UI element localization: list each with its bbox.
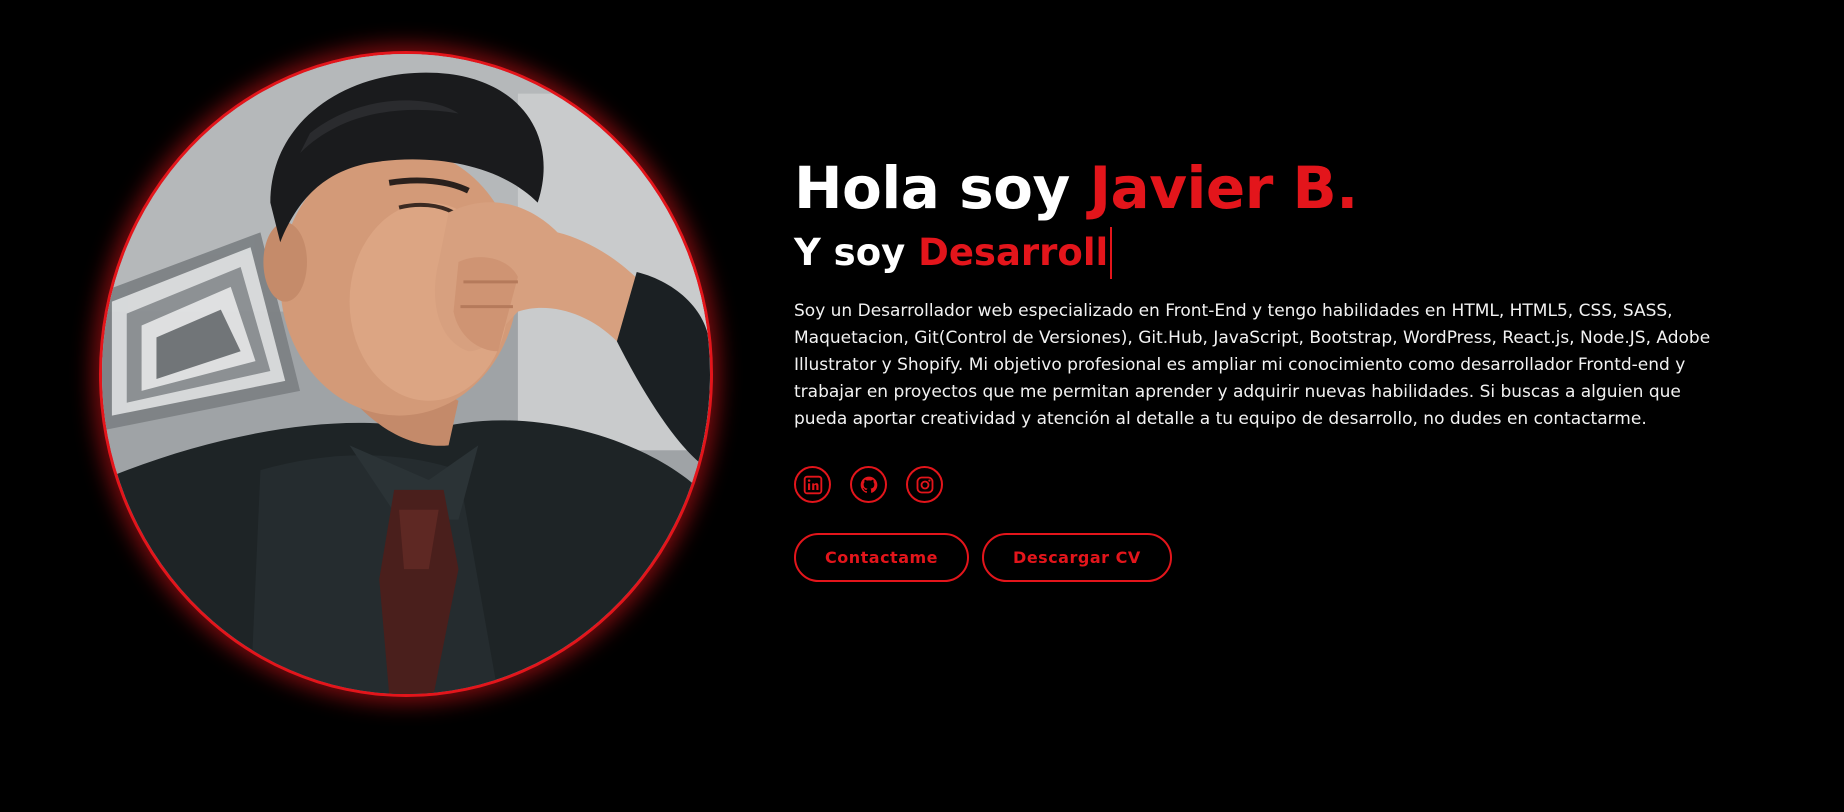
linkedin-link[interactable] (794, 466, 831, 503)
typing-cursor (1110, 227, 1113, 279)
hero-name: Javier B. (1089, 154, 1358, 222)
bio-paragraph: Soy un Desarrollador web especializado e… (794, 301, 1711, 429)
hero-title: Hola soy Javier B. (794, 150, 1724, 226)
instagram-link[interactable] (906, 466, 943, 503)
cta-buttons: Contactame Descargar CV (794, 533, 1724, 582)
profile-photo-illustration (102, 54, 710, 694)
intro-content: Hola soy Javier B. Y soy Desarroll Soy u… (794, 150, 1724, 582)
profile-photo (99, 51, 713, 697)
download-cv-button[interactable]: Descargar CV (982, 533, 1172, 582)
greeting-prefix: Hola soy (794, 154, 1090, 222)
contact-button[interactable]: Contactame (794, 533, 970, 582)
typed-role: Desarroll (918, 231, 1109, 274)
github-icon (859, 475, 879, 495)
subtitle-prefix: Y soy (794, 231, 919, 274)
hero-subtitle: Y soy Desarroll (794, 226, 1724, 280)
hero-section: Hola soy Javier B. Y soy Desarroll Soy u… (0, 0, 1844, 812)
instagram-icon (915, 475, 935, 495)
github-link[interactable] (850, 466, 887, 503)
social-links (794, 466, 1724, 503)
linkedin-icon (803, 475, 823, 495)
